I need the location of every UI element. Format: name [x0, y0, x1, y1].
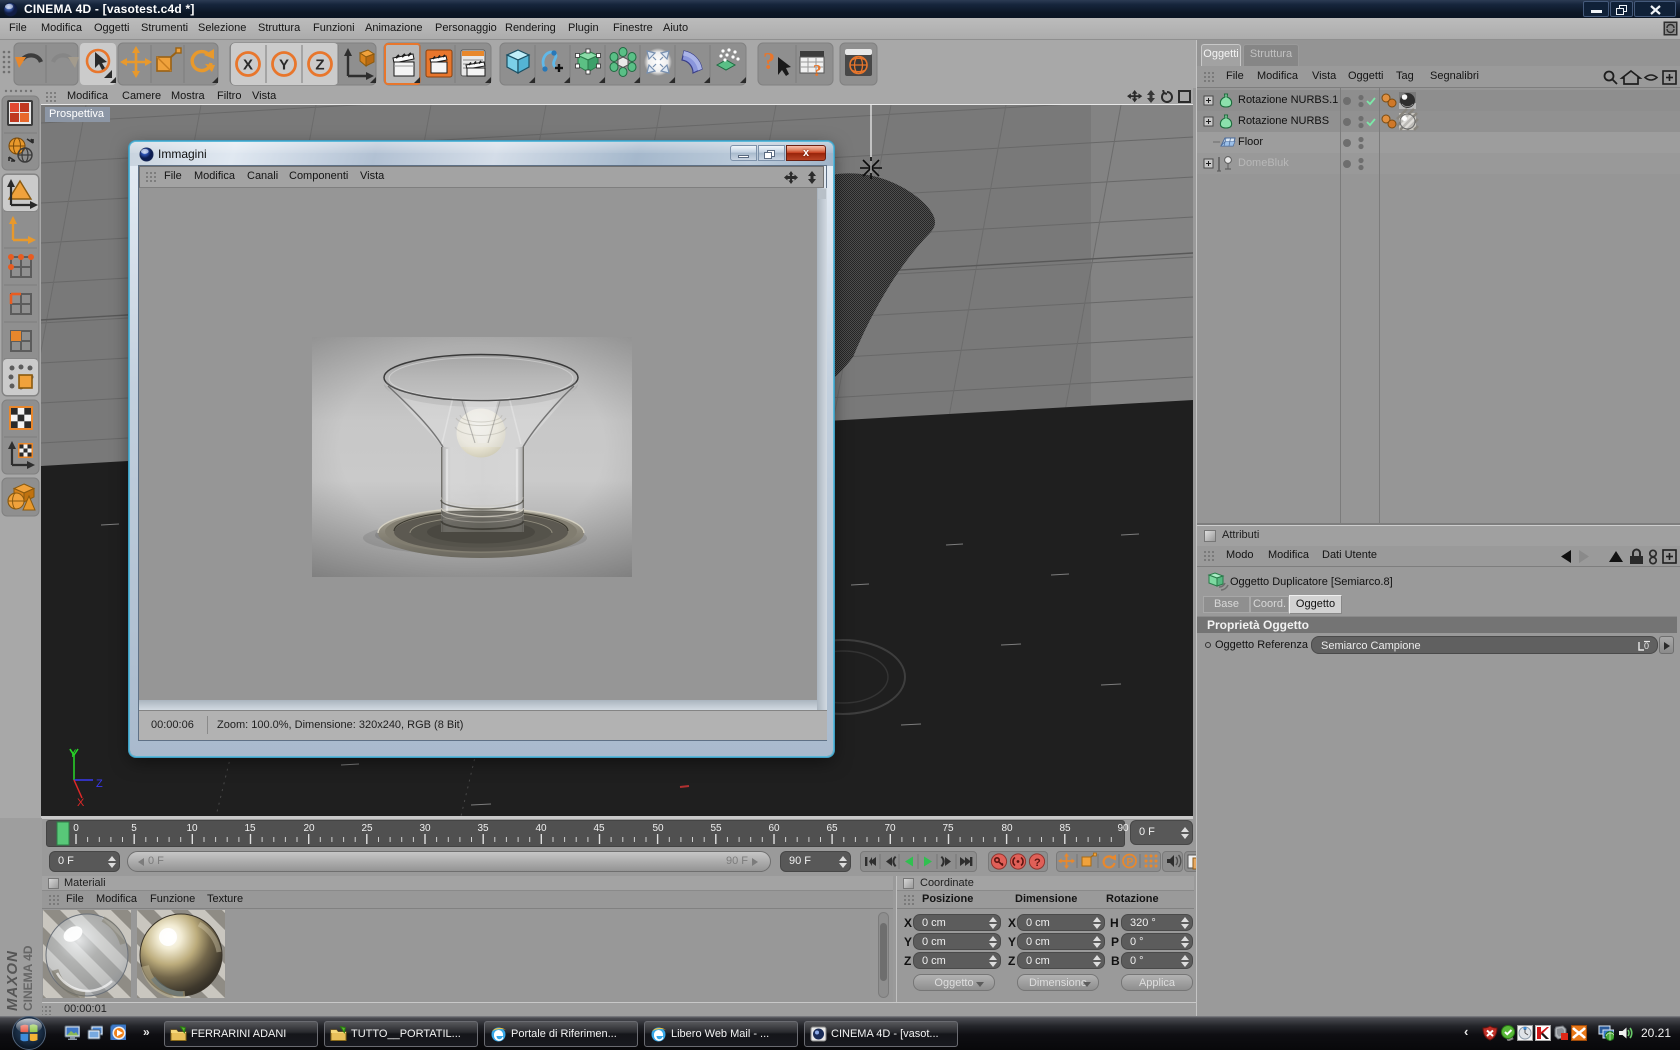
svg-text:Y: Y	[279, 57, 289, 74]
svg-text:X: X	[243, 57, 253, 74]
svg-text:Y: Y	[69, 748, 77, 760]
svg-text:MAXON: MAXON	[4, 950, 21, 1011]
svg-text:Z: Z	[96, 778, 103, 790]
svg-text:?: ?	[763, 49, 775, 75]
svg-text:Z: Z	[315, 57, 324, 74]
svg-text:?: ?	[1034, 857, 1041, 869]
svg-text:?: ?	[813, 61, 822, 80]
svg-text:P: P	[1127, 857, 1134, 868]
svg-text:CINEMA 4D: CINEMA 4D	[21, 945, 35, 1011]
svg-text:X: X	[77, 797, 85, 809]
svg-text:0: 0	[1644, 641, 1649, 651]
